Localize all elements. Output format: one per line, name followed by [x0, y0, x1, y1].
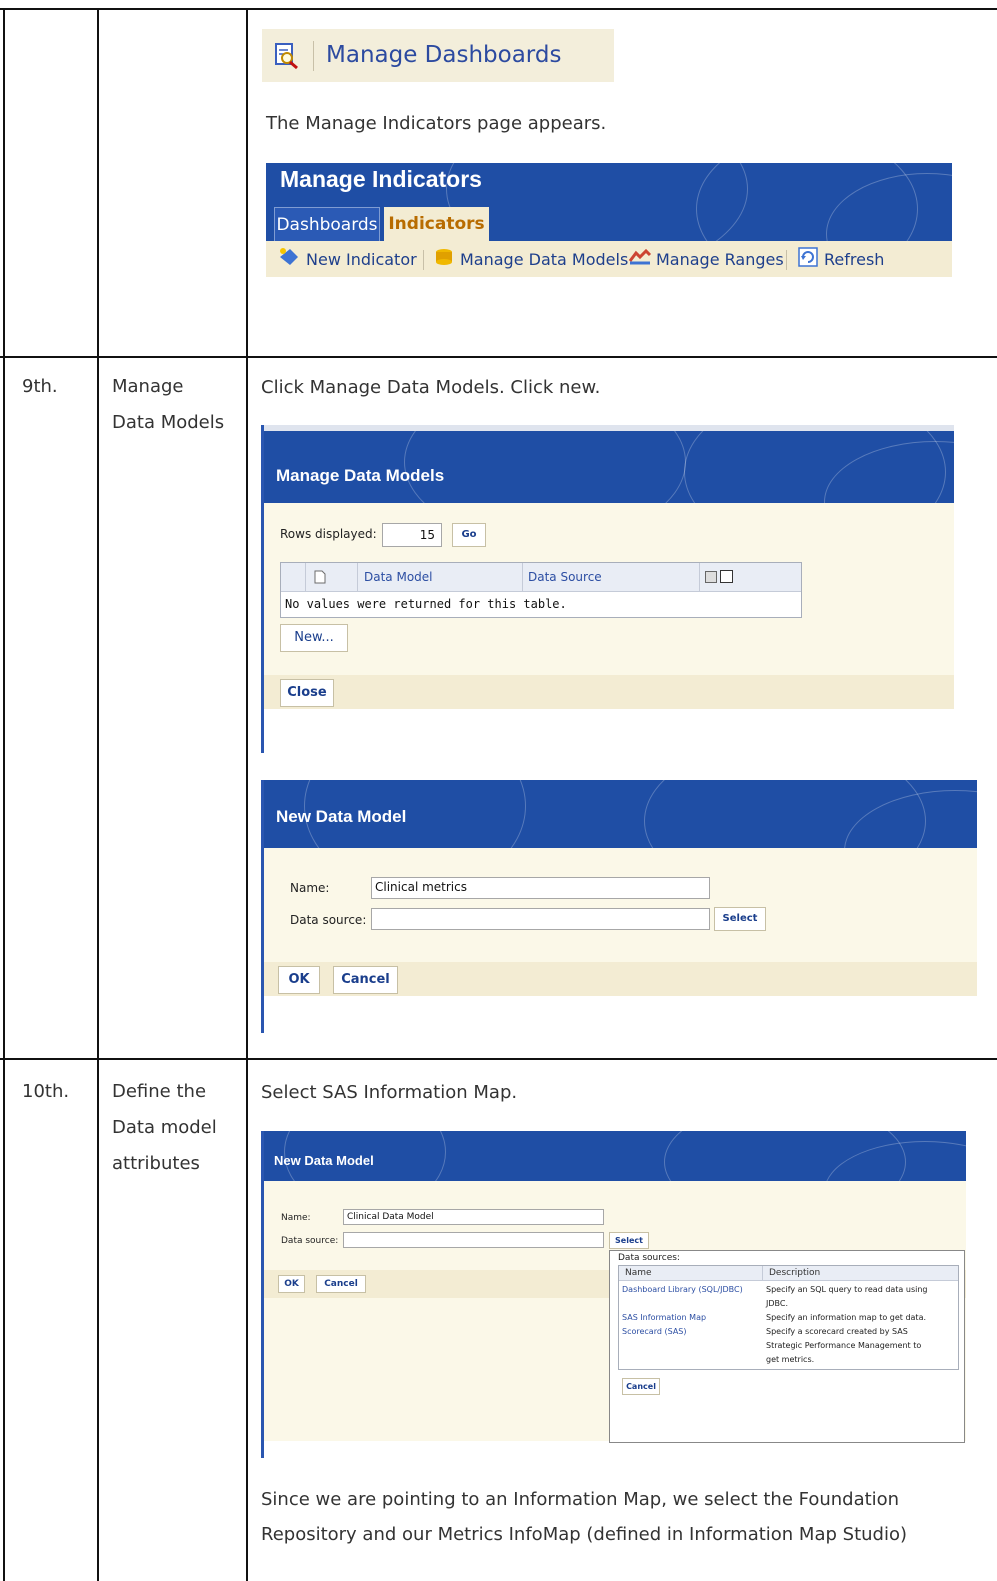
data-sources-popup: Data sources: Name Description Dashboard… — [609, 1250, 965, 1443]
description-line: get metrics. — [766, 1355, 815, 1364]
column-divider — [97, 8, 99, 1581]
cancel-button[interactable]: Cancel — [333, 966, 398, 994]
icon-separator — [313, 41, 314, 71]
data-source-label: Data source: — [290, 913, 367, 927]
ok-button[interactable]: OK — [278, 1275, 305, 1293]
empty-table-message: No values were returned for this table. — [285, 597, 567, 611]
manage-dashboards-button[interactable]: Manage Dashboards — [262, 29, 614, 82]
table-top-border — [0, 8, 997, 10]
table-left-border — [3, 8, 5, 1581]
data-sources-table: Name Description Dashboard Library (SQL/… — [618, 1265, 959, 1370]
data-source-option[interactable]: SAS Information Map — [622, 1313, 706, 1322]
column-divider — [762, 1266, 763, 1280]
data-source-option[interactable]: Scorecard (SAS) — [622, 1327, 687, 1336]
name-label: Name: — [290, 881, 330, 895]
dialog-title: New Data Model — [274, 1153, 374, 1168]
step-number: 9th. — [22, 376, 58, 397]
ok-button[interactable]: OK — [278, 966, 320, 994]
rows-displayed-input[interactable]: 15 — [382, 523, 442, 547]
popup-title: Data sources: — [618, 1253, 680, 1263]
new-data-model-header: New Data Model — [264, 780, 977, 848]
description-line: Strategic Performance Management to — [766, 1341, 922, 1350]
models-table: Data Model Data Source No values were re… — [280, 562, 802, 618]
column-divider — [246, 8, 248, 1581]
column-header-name: Name — [625, 1268, 652, 1278]
step-title-line: Data Models — [112, 412, 225, 433]
tab-indicators[interactable]: Indicators — [384, 207, 489, 241]
instruction-text: The Manage Indicators page appears. — [266, 113, 607, 134]
new-data-model-body: Name: Clinical metrics Data source: Sele… — [264, 848, 977, 962]
page-title: Manage Indicators — [280, 166, 482, 192]
manage-data-models-button[interactable]: Manage Data Models — [434, 248, 628, 270]
refresh-icon — [798, 247, 818, 271]
row-divider — [0, 356, 997, 358]
explanation-line: Repository and our Metrics InfoMap (defi… — [261, 1524, 907, 1545]
name-input[interactable]: Clinical Data Model — [343, 1209, 604, 1225]
description-line: JDBC. — [766, 1299, 788, 1308]
close-button[interactable]: Close — [280, 679, 334, 707]
new-data-model-footer: OK Cancel — [264, 962, 977, 996]
go-button[interactable]: Go — [452, 523, 486, 547]
indicators-toolbar: New Indicator Manage Data Models Manage … — [266, 241, 952, 277]
dropdown-icon[interactable] — [705, 571, 717, 583]
step-number: 10th. — [22, 1081, 70, 1102]
step-title-line: Manage — [112, 376, 184, 397]
database-icon — [434, 247, 454, 271]
data-source-label: Data source: — [281, 1236, 339, 1246]
manage-data-models-header: Manage Data Models — [264, 431, 954, 503]
select-all-checkbox[interactable] — [720, 570, 733, 583]
manage-ranges-button[interactable]: Manage Ranges — [628, 248, 784, 270]
toolbar-separator — [423, 250, 424, 270]
column-divider — [305, 563, 306, 591]
step-title-line: attributes — [112, 1153, 200, 1174]
dialog-title: Manage Data Models — [276, 466, 445, 485]
manage-indicators-header: Manage Indicators Dashboards Indicators — [266, 163, 952, 241]
new-indicator-icon — [278, 247, 300, 271]
step-title-line: Data model — [112, 1117, 217, 1138]
data-source-input[interactable] — [343, 1232, 604, 1248]
cancel-button[interactable]: Cancel — [316, 1275, 366, 1293]
description-line: Specify a scorecard created by SAS — [766, 1327, 908, 1336]
explanation-line: Since we are pointing to an Information … — [261, 1489, 900, 1510]
new-indicator-button[interactable]: New Indicator — [278, 248, 417, 270]
column-divider — [357, 563, 358, 591]
data-source-input[interactable] — [371, 908, 710, 930]
dialog-title: New Data Model — [276, 807, 407, 826]
description-line: Specify an information map to get data. — [766, 1313, 927, 1322]
select-button[interactable]: Select — [714, 907, 766, 931]
manage-dashboards-label: Manage Dashboards — [326, 42, 562, 68]
tab-dashboards[interactable]: Dashboards — [274, 207, 380, 241]
column-header-data-model[interactable]: Data Model — [364, 570, 433, 584]
name-label: Name: — [281, 1213, 311, 1223]
manage-data-models-body: Rows displayed: 15 Go Data Model Data So… — [264, 503, 954, 675]
step-title-line: Define the — [112, 1081, 207, 1102]
document-icon — [314, 569, 326, 588]
refresh-button[interactable]: Refresh — [798, 247, 884, 271]
column-header-data-source[interactable]: Data Source — [528, 570, 602, 584]
name-input[interactable]: Clinical metrics — [371, 877, 710, 899]
data-source-option[interactable]: Dashboard Library (SQL/JDBC) — [622, 1285, 743, 1294]
manage-data-models-footer: Close — [264, 675, 954, 709]
rows-displayed-label: Rows displayed: — [280, 527, 377, 541]
row-divider — [0, 1058, 997, 1060]
column-divider — [699, 563, 700, 591]
new-button[interactable]: New... — [280, 624, 348, 652]
description-line: Specify an SQL query to read data using — [766, 1285, 928, 1294]
column-header-description: Description — [769, 1268, 821, 1278]
toolbar-separator — [786, 250, 787, 270]
new-data-model-header: New Data Model — [264, 1131, 966, 1181]
select-button[interactable]: Select — [609, 1232, 649, 1249]
ranges-icon — [628, 247, 652, 271]
instruction-text: Click Manage Data Models. Click new. — [261, 377, 601, 398]
column-divider — [522, 563, 523, 591]
instruction-text: Select SAS Information Map. — [261, 1082, 518, 1103]
popup-cancel-button[interactable]: Cancel — [622, 1378, 660, 1395]
dashboard-magnifier-icon — [274, 42, 300, 74]
